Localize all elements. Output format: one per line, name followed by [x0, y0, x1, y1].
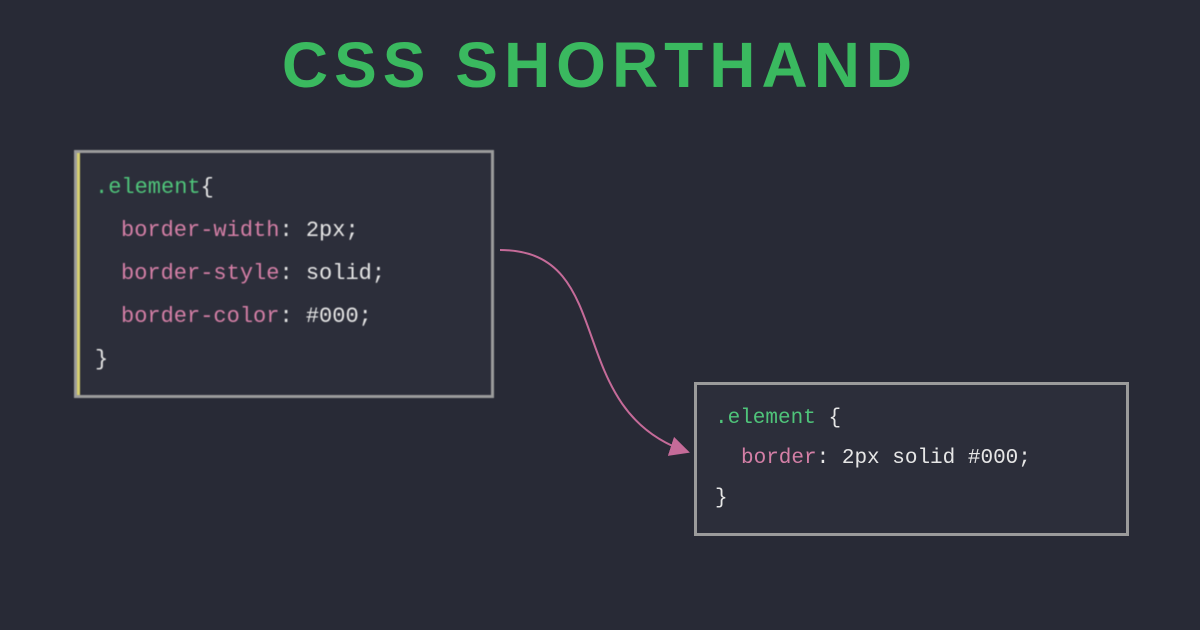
- value-token: #000: [306, 304, 359, 329]
- prop-token: border: [741, 447, 817, 470]
- decl-line-1: border-style: solid;: [95, 253, 473, 296]
- prop-token: border-color: [121, 304, 279, 329]
- colon: :: [279, 261, 305, 286]
- prop-token: border-width: [121, 218, 279, 243]
- colon: :: [279, 218, 305, 243]
- colon: :: [817, 447, 842, 470]
- value-token: 2px solid #000: [842, 447, 1018, 470]
- semicolon: ;: [1018, 447, 1031, 470]
- selector-line: .element{: [95, 167, 473, 210]
- selector-token: .element: [715, 407, 816, 430]
- colon: :: [279, 304, 305, 329]
- decl-line: border: 2px solid #000;: [715, 439, 1108, 479]
- prop-token: border-style: [121, 261, 279, 286]
- semicolon: ;: [345, 218, 358, 243]
- close-brace: }: [95, 347, 108, 372]
- semicolon: ;: [359, 304, 372, 329]
- semicolon: ;: [372, 261, 385, 286]
- accent-bar: [77, 153, 80, 395]
- close-brace-line: }: [715, 479, 1108, 519]
- value-token: 2px: [306, 218, 346, 243]
- decl-line-2: border-color: #000;: [95, 296, 473, 339]
- close-brace-line: }: [95, 339, 473, 382]
- open-brace: {: [201, 175, 214, 200]
- selector-token: .element: [95, 175, 201, 200]
- page-title: CSS SHORTHAND: [0, 0, 1200, 102]
- shorthand-code-block: .element { border: 2px solid #000; }: [694, 382, 1129, 536]
- longhand-code-block: .element{ border-width: 2px; border-styl…: [74, 150, 494, 398]
- close-brace: }: [715, 487, 728, 510]
- selector-line: .element {: [715, 399, 1108, 439]
- decl-line-0: border-width: 2px;: [95, 210, 473, 253]
- value-token: solid: [306, 261, 372, 286]
- open-brace: {: [828, 407, 841, 430]
